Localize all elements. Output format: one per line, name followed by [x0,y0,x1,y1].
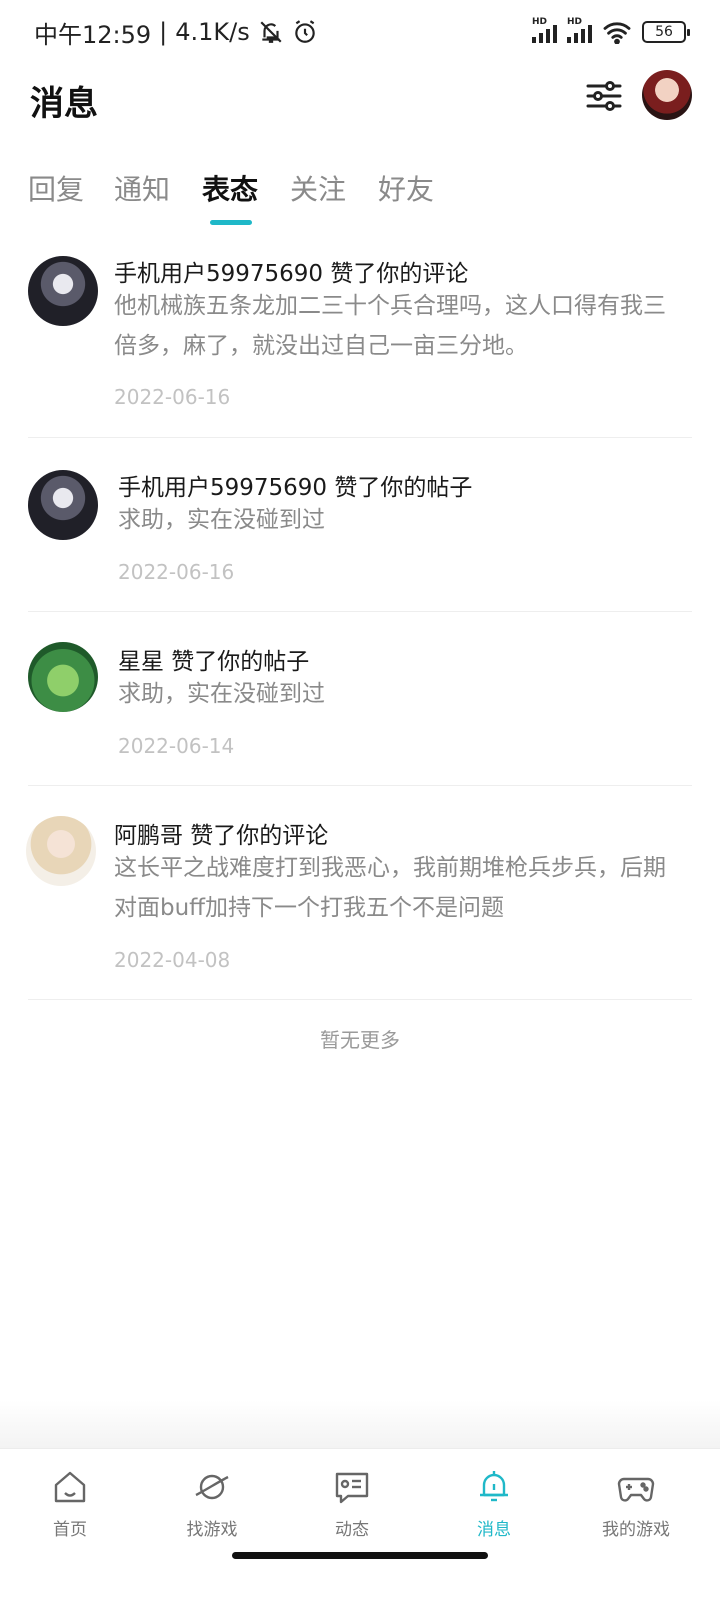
list-item[interactable]: 星星 赞了你的帖子 求助，实在没碰到过 2022-06-14 [28,612,692,786]
status-bar: 中午12:59 | 4.1K/s HD HD 56 [0,0,720,64]
bell-muted-icon [260,21,282,43]
item-title: 手机用户59975690 赞了你的评论 [114,261,469,287]
nav-label: 首页 [53,1520,87,1540]
nav-label: 我的游戏 [602,1520,670,1540]
tab-follow[interactable]: 关注 [290,168,346,208]
item-title: 星星 赞了你的帖子 [118,649,310,675]
status-divider: | [159,18,168,46]
nav-discover[interactable]: 找游戏 [162,1467,262,1540]
item-date: 2022-06-14 [118,734,235,758]
user-avatar[interactable] [642,70,692,120]
alarm-icon [295,20,315,43]
nav-messages[interactable]: 消息 [444,1467,544,1540]
signal-2-icon: HD [567,17,592,43]
item-content: 他机械族五条龙加二三十个兵合理吗，这人口得有我三倍多，麻了，就没出过自己一亩三分… [114,293,666,359]
sender-avatar[interactable] [28,642,98,712]
item-content: 求助，实在没碰到过 [118,507,325,533]
no-more-label: 暂无更多 [320,1028,400,1052]
wifi-icon [603,22,631,44]
filter-icon[interactable] [584,76,624,116]
nav-feed[interactable]: 动态 [302,1467,402,1540]
sender-avatar[interactable] [26,816,96,886]
home-icon [54,1471,86,1503]
list-item[interactable]: 阿鹏哥 赞了你的评论 这长平之战难度打到我恶心，我前期堆枪兵步兵，后期对面buf… [26,786,692,1000]
tab-reactions[interactable]: 表态 [202,168,258,208]
bell-icon [480,1471,508,1502]
tab-notification[interactable]: 通知 [114,168,170,208]
item-title: 手机用户59975690 赞了你的帖子 [118,475,473,501]
feed-icon [335,1472,369,1504]
tab-reply[interactable]: 回复 [28,168,84,208]
message-tabs: 回复 通知 表态 关注 好友 [0,168,720,228]
status-net-speed: 4.1K/s [175,18,250,46]
item-title: 阿鹏哥 赞了你的评论 [114,823,329,849]
nav-my-games[interactable]: 我的游戏 [586,1467,686,1540]
sender-avatar[interactable] [28,256,98,326]
status-left: 中午12:59 | 4.1K/s [34,15,318,50]
page-title: 消息 [30,84,98,124]
battery-icon: 56 [642,21,690,43]
tab-friends[interactable]: 好友 [378,168,434,208]
planet-icon [195,1474,229,1500]
item-date: 2022-06-16 [114,385,231,409]
list-item[interactable]: 手机用户59975690 赞了你的帖子 求助，实在没碰到过 2022-06-16 [28,438,692,612]
header: 消息 [0,70,720,130]
home-indicator[interactable] [232,1552,488,1559]
bottom-fade [0,1400,720,1448]
message-list: 手机用户59975690 赞了你的评论 他机械族五条龙加二三十个兵合理吗，这人口… [26,246,692,1000]
gamepad-icon [617,1477,655,1502]
list-item[interactable]: 手机用户59975690 赞了你的评论 他机械族五条龙加二三十个兵合理吗，这人口… [28,246,692,438]
item-date: 2022-04-08 [114,948,231,972]
nav-label: 动态 [335,1520,369,1540]
status-right: HD HD 56 [532,17,690,44]
item-content: 这长平之战难度打到我恶心，我前期堆枪兵步兵，后期对面buff加持下一个打我五个不… [114,855,666,921]
nav-label: 找游戏 [186,1520,238,1540]
sender-avatar[interactable] [28,470,98,540]
bottom-nav: 首页 找游戏 动态 消息 我的游戏 [0,1448,720,1600]
nav-label: 消息 [477,1520,511,1540]
item-content: 求助，实在没碰到过 [118,681,325,707]
item-date: 2022-06-16 [118,560,235,584]
signal-1-icon: HD [532,17,557,43]
status-time: 中午12:59 [34,20,152,49]
nav-home[interactable]: 首页 [20,1467,120,1540]
active-tab-indicator [210,220,252,225]
